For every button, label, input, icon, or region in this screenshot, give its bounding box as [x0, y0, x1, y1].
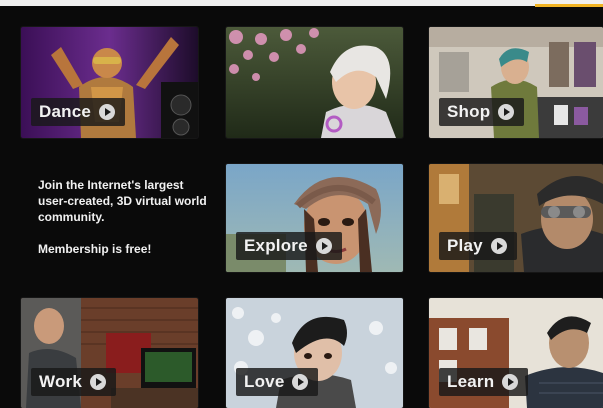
dance-label: Dance	[39, 102, 92, 121]
promo-text: Join the Internet's largest user-created…	[38, 177, 208, 273]
tile-explore[interactable]: Explore	[226, 164, 403, 272]
play-circle-icon	[490, 238, 507, 254]
promo-headline: Join the Internet's largest user-created…	[38, 178, 207, 224]
learn-label: Learn	[447, 372, 495, 391]
tile-learn[interactable]: Learn	[429, 298, 603, 408]
dance-button[interactable]: Dance	[31, 98, 126, 126]
love-button[interactable]: Love	[236, 368, 319, 396]
love-label: Love	[244, 372, 285, 391]
play-circle-icon	[292, 374, 309, 390]
tile-dance[interactable]: Dance	[21, 27, 198, 138]
shop-label: Shop	[447, 102, 491, 121]
tile-love[interactable]: Love	[226, 298, 403, 408]
play-button[interactable]: Play	[439, 232, 517, 260]
play-circle-icon	[502, 374, 519, 390]
work-button[interactable]: Work	[31, 368, 116, 396]
tile-ribbon-portrait[interactable]	[226, 27, 403, 138]
work-label: Work	[39, 372, 82, 391]
learn-button[interactable]: Learn	[439, 368, 529, 396]
tile-play[interactable]: Play	[429, 164, 603, 272]
tile-work[interactable]: Work	[21, 298, 198, 408]
shop-button[interactable]: Shop	[439, 98, 525, 126]
explore-button[interactable]: Explore	[236, 232, 342, 260]
explore-label: Explore	[244, 236, 308, 255]
tile-shop[interactable]: Shop	[429, 27, 603, 138]
play-label: Play	[447, 236, 483, 255]
ribbon-avatar-image	[226, 27, 403, 138]
promo-membership: Membership is free!	[38, 242, 152, 256]
play-circle-icon	[498, 104, 515, 120]
category-grid: Dance Shop Join the Internet's largest u…	[0, 0, 603, 408]
play-circle-icon	[90, 374, 106, 390]
play-circle-icon	[315, 238, 332, 254]
play-circle-icon	[99, 104, 116, 120]
